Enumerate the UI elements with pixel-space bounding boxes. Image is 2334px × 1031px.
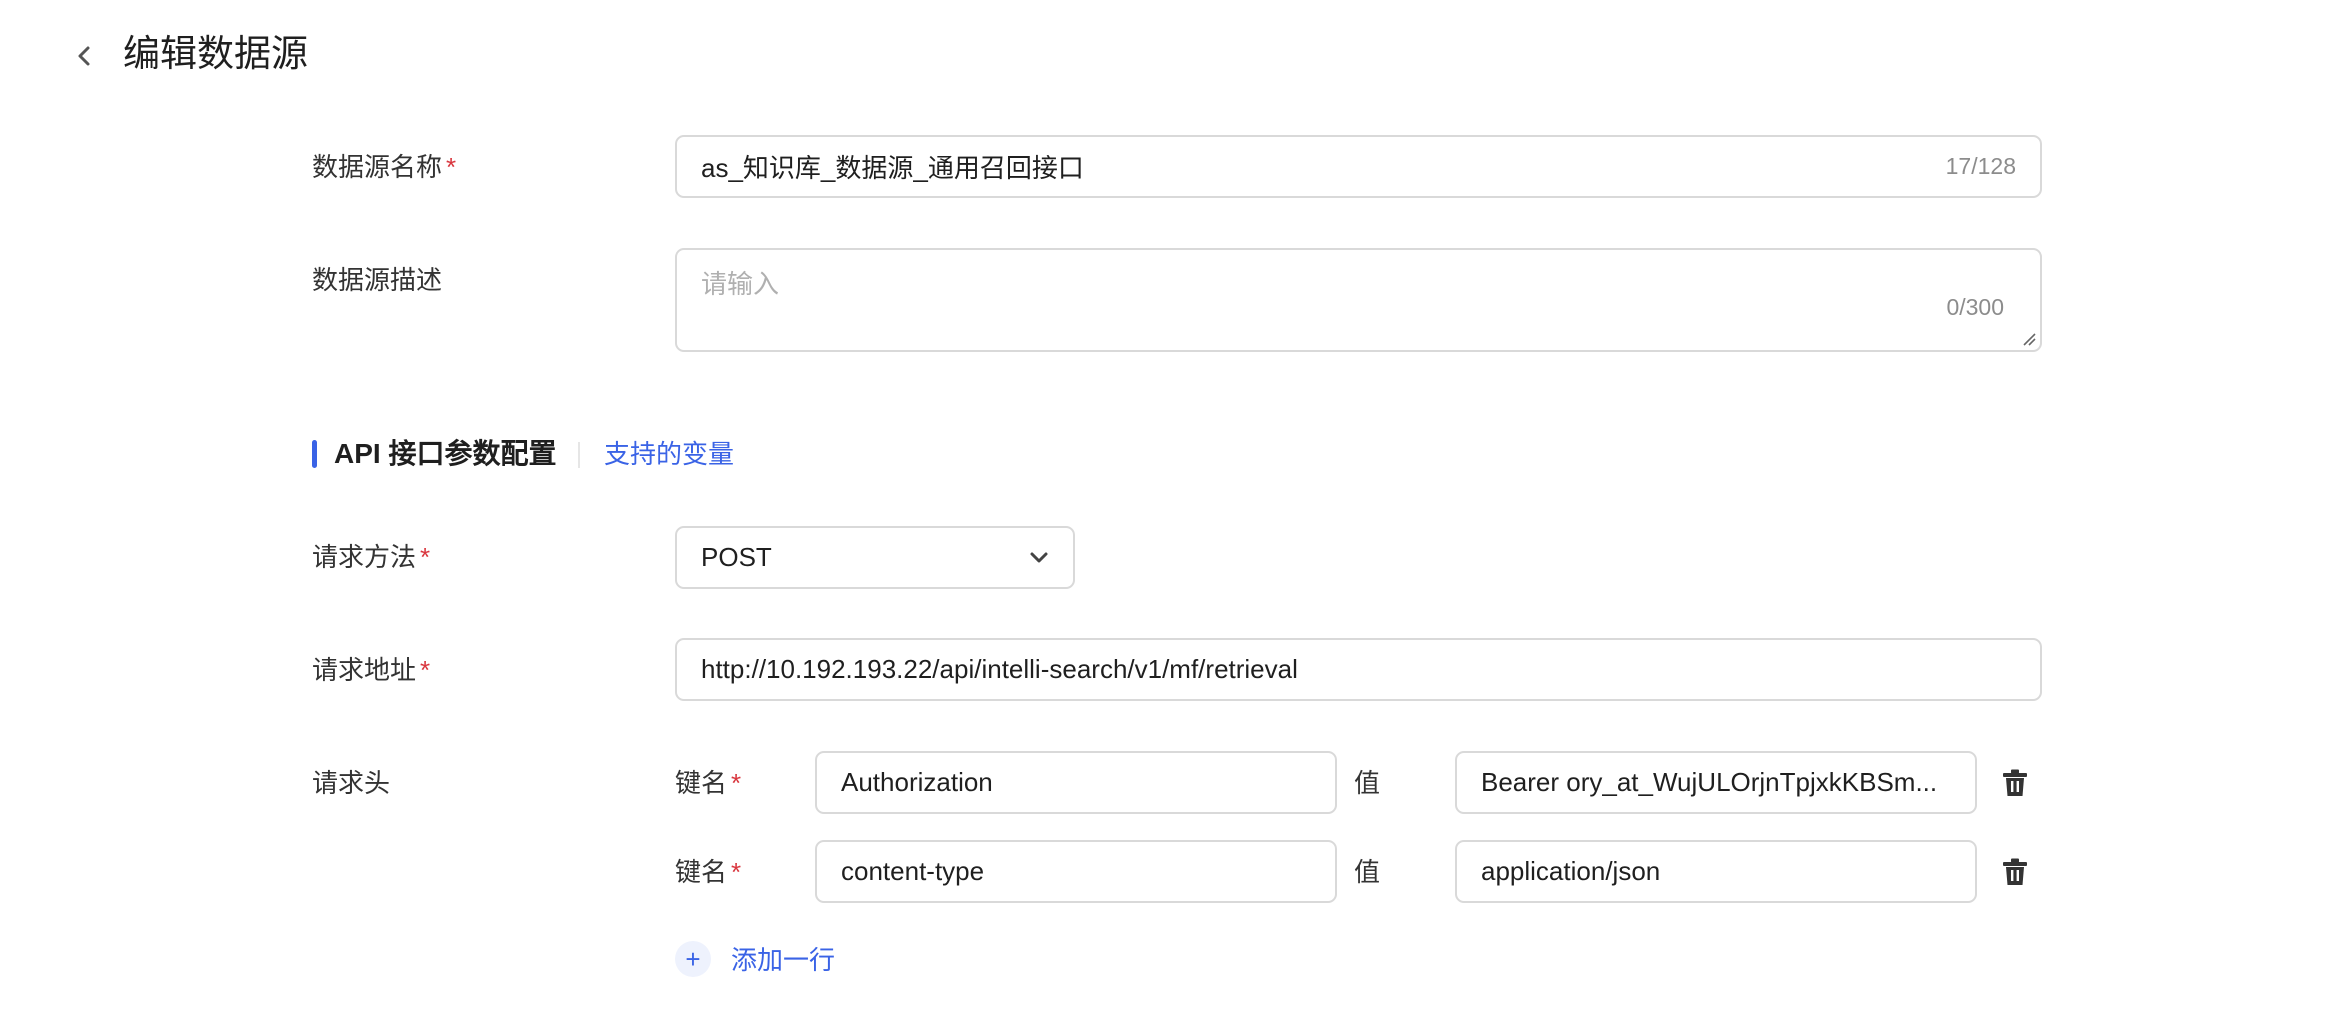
header-key-label-text: 键名 bbox=[675, 768, 728, 798]
url-input-value: http://10.192.193.22/api/intelli-search/… bbox=[701, 654, 1298, 684]
header-value-input[interactable]: application/json bbox=[1455, 840, 1977, 903]
description-label: 数据源描述 bbox=[312, 265, 443, 295]
headers-label: 请求头 bbox=[312, 768, 391, 798]
name-label-text: 数据源名称 bbox=[312, 152, 443, 182]
header-key-input[interactable]: Authorization bbox=[815, 751, 1337, 814]
url-label: 请求地址 * bbox=[312, 652, 430, 688]
add-row-label: 添加一行 bbox=[731, 945, 836, 975]
header-key-input[interactable]: content-type bbox=[815, 840, 1337, 903]
name-counter: 17/128 bbox=[1945, 153, 2016, 179]
header-value-label: 值 bbox=[1354, 857, 1381, 887]
add-row-button[interactable]: + 添加一行 bbox=[675, 940, 835, 977]
required-mark: * bbox=[420, 542, 431, 572]
method-label: 请求方法 * bbox=[312, 539, 430, 575]
header-key-label: 键名 * bbox=[675, 765, 741, 801]
header-value-input[interactable]: Bearer ory_at_WujULOrjnTpjxkKBSm... bbox=[1455, 751, 1977, 814]
back-button[interactable] bbox=[66, 38, 102, 74]
header-key-value: content-type bbox=[841, 856, 985, 886]
method-label-text: 请求方法 bbox=[312, 542, 417, 572]
name-label: 数据源名称 * bbox=[312, 149, 456, 185]
section-title: API 接口参数配置 bbox=[334, 438, 557, 469]
page-title: 编辑数据源 bbox=[123, 33, 308, 74]
header-value-value: application/json bbox=[1481, 856, 1661, 886]
description-counter: 0/300 bbox=[1946, 294, 2004, 320]
header-key-label-text: 键名 bbox=[675, 857, 728, 887]
chevron-left-icon bbox=[78, 46, 90, 66]
chevron-down-icon bbox=[1030, 552, 1048, 562]
name-input[interactable]: as_知识库_数据源_通用召回接口 17/128 bbox=[675, 135, 2042, 198]
description-placeholder: 请输入 bbox=[701, 269, 780, 299]
supported-variables-link[interactable]: 支持的变量 bbox=[604, 436, 734, 472]
method-select[interactable]: POST bbox=[675, 526, 1075, 589]
url-label-text: 请求地址 bbox=[312, 655, 417, 685]
header-key-label: 键名 * bbox=[675, 854, 741, 890]
section-divider bbox=[578, 442, 580, 468]
header-value-label: 值 bbox=[1354, 768, 1381, 798]
trash-icon bbox=[2003, 858, 2027, 885]
url-input[interactable]: http://10.192.193.22/api/intelli-search/… bbox=[675, 638, 2042, 701]
section-accent-bar bbox=[312, 440, 317, 468]
required-mark: * bbox=[446, 152, 457, 182]
method-select-value: POST bbox=[701, 542, 772, 572]
delete-row-button[interactable] bbox=[2000, 857, 2030, 887]
trash-icon bbox=[2003, 769, 2027, 796]
required-mark: * bbox=[731, 768, 742, 798]
name-input-value: as_知识库_数据源_通用召回接口 bbox=[701, 153, 1084, 183]
required-mark: * bbox=[420, 655, 431, 685]
resize-grip-icon[interactable] bbox=[2022, 332, 2036, 346]
required-mark: * bbox=[731, 857, 742, 887]
header-value-value: Bearer ory_at_WujULOrjnTpjxkKBSm... bbox=[1481, 767, 1938, 797]
edit-datasource-page: 编辑数据源 数据源名称 * as_知识库_数据源_通用召回接口 17/128 数据… bbox=[0, 0, 2334, 1031]
description-textarea[interactable]: 请输入 0/300 bbox=[675, 248, 2042, 352]
plus-icon: + bbox=[675, 940, 711, 977]
header-key-value: Authorization bbox=[841, 767, 993, 797]
delete-row-button[interactable] bbox=[2000, 768, 2030, 798]
